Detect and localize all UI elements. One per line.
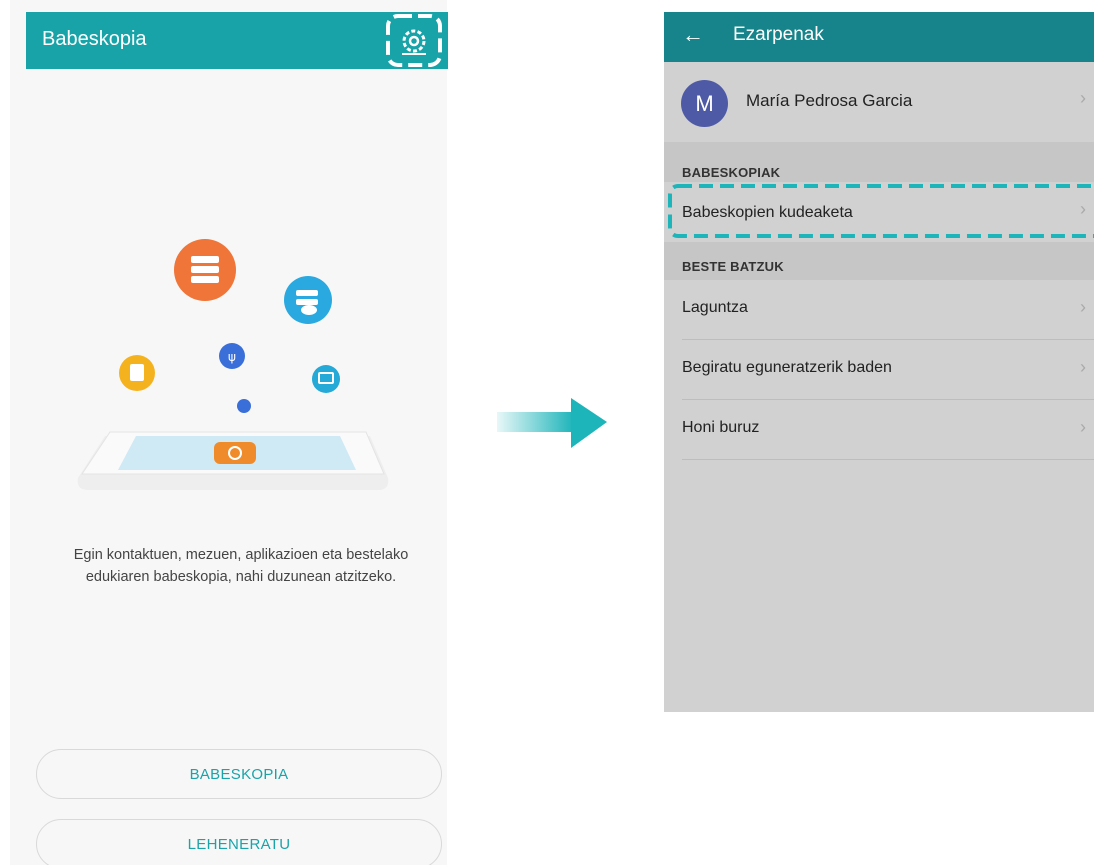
highlight-box: [668, 184, 1094, 238]
item-label: Begiratu eguneratzerik baden: [682, 359, 892, 376]
backup-screen: ψ Egin kontaktuen, mezuen, aplikazioen e…: [10, 0, 447, 865]
item-label: Honi buruz: [682, 419, 760, 436]
section-header-others: BESTE BATZUK: [682, 259, 784, 274]
restore-button[interactable]: LEHENERATU: [36, 819, 442, 865]
back-arrow-icon[interactable]: ←: [682, 22, 704, 48]
settings-item-about[interactable]: Honi buruz ›: [682, 400, 1094, 460]
settings-item-check-updates[interactable]: Begiratu eguneratzerik baden ›: [682, 340, 1094, 400]
description-line-2: edukiaren babeskopia, nahi duzunean atzi…: [85, 569, 397, 585]
settings-screen: ← Ezarpenak M María Pedrosa Garcia › BAB…: [664, 12, 1094, 712]
arrow-right-icon: [497, 398, 607, 448]
backup-illustration: ψ: [10, 0, 447, 520]
settings-title: Ezarpenak: [733, 24, 824, 45]
settings-item-help[interactable]: Laguntza ›: [682, 280, 1094, 340]
section-header-backups: BABESKOPIAK: [682, 165, 781, 180]
profile-name: María Pedrosa Garcia: [746, 91, 913, 110]
settings-header: ← Ezarpenak: [664, 12, 1094, 62]
chevron-right-icon: ›: [1080, 297, 1086, 317]
item-label: Laguntza: [682, 299, 748, 316]
avatar: M: [681, 80, 728, 127]
profile-row[interactable]: M María Pedrosa Garcia ›: [664, 74, 1094, 128]
chevron-right-icon: ›: [1080, 417, 1086, 437]
chevron-right-icon: ›: [1080, 88, 1086, 108]
svg-text:ψ: ψ: [228, 350, 236, 364]
description-line-1: Egin kontaktuen, mezuen, aplikazioen eta…: [73, 547, 409, 563]
page-title: Babeskopia: [42, 28, 147, 50]
tutorial-canvas: ψ Egin kontaktuen, mezuen, aplikazioen e…: [0, 0, 1094, 865]
chevron-right-icon: ›: [1080, 357, 1086, 377]
gear-icon: [386, 14, 442, 67]
backup-button[interactable]: BABESKOPIA: [36, 749, 442, 799]
settings-button[interactable]: [382, 12, 446, 69]
backup-header: Babeskopia: [26, 12, 448, 69]
backup-description: Egin kontaktuen, mezuen, aplikazioen eta…: [36, 544, 446, 588]
